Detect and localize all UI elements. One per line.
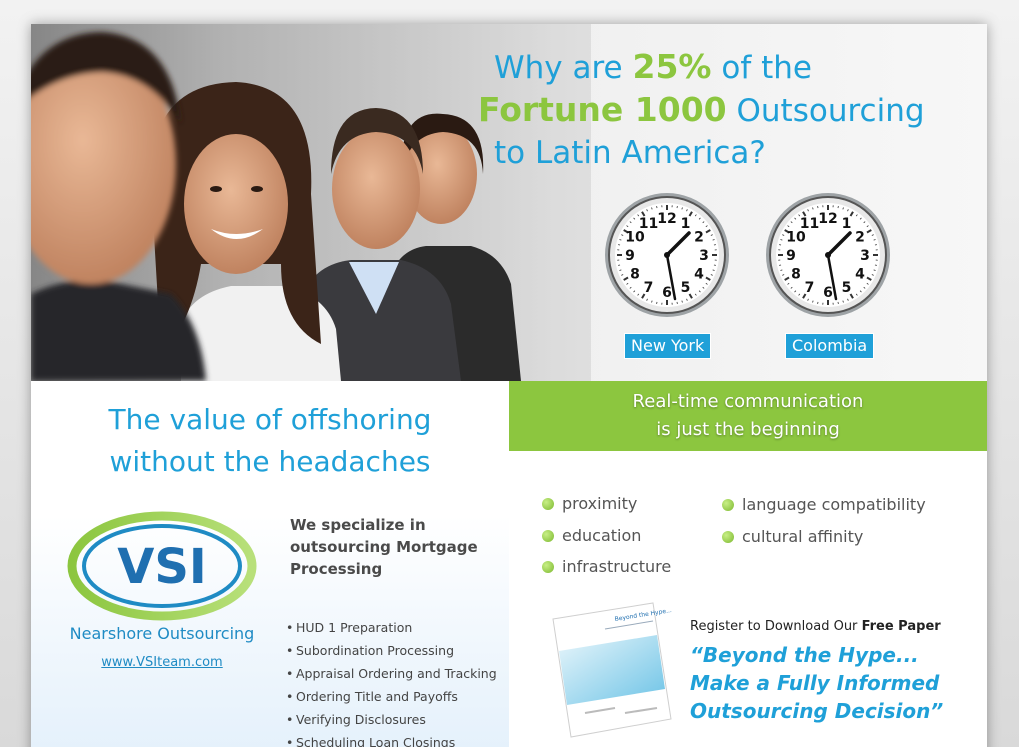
feature-culture: cultural affinity [722,527,863,547]
clock-new-york-icon: 12 1234567891011 [605,193,729,317]
clock-number: 11 [639,216,658,232]
clock-number: 6 [823,285,833,301]
feature-education: education [542,526,641,546]
clock-number: 2 [694,230,704,246]
list-item: Subordination Processing [286,642,501,659]
headline-line-3: to Latin America? [494,135,766,171]
logo-tagline: Nearshore Outsourcing [69,624,255,643]
specialty-heading: We specialize in outsourcing Mortgage Pr… [290,516,478,578]
list-item: Verifying Disclosures [286,711,501,728]
feature-infrastructure: infrastructure [542,557,671,577]
list-item: Appraisal Ordering and Tracking [286,665,501,682]
clock-number: 9 [625,248,635,264]
hero-banner: Why are 25% of the Fortune 1000 Outsourc… [31,24,987,381]
clock-number: 1 [681,216,691,232]
communication-banner: Real-time communication is just the begi… [509,381,987,451]
email-card: Why are 25% of the Fortune 1000 Outsourc… [31,24,987,747]
clock-number: 2 [855,230,865,246]
clock-colombia-icon: 12 1234567891011 [766,193,890,317]
clock-number: 9 [786,248,796,264]
clock-number: 3 [699,248,709,264]
vsi-website-link[interactable]: www.VSIteam.com [31,655,293,670]
svg-text:VSI: VSI [117,539,207,595]
clock-number: 1 [842,216,852,232]
services-list: HUD 1 Preparation Subordination Processi… [286,619,501,747]
clock-number: 8 [630,267,640,283]
white-paper-cover[interactable]: Beyond the Hype... [545,601,675,741]
paper-title-quote: “Beyond the Hype... Make a Fully Informe… [690,643,944,723]
clock-number: 12 [818,211,837,227]
green-bullet-icon [722,499,734,511]
feature-proximity: proximity [542,494,637,514]
headline-line-1: Why are 25% of the [494,47,812,86]
headline: Why are 25% of the Fortune 1000 Outsourc… [478,46,974,174]
list-item: HUD 1 Preparation [286,619,501,636]
clock-number: 4 [855,267,865,283]
green-bullet-icon [722,531,734,543]
clock-number: 12 [657,211,676,227]
benefits-section: proximity education infrastructure langu… [509,451,987,747]
green-bullet-icon [542,561,554,573]
clock-number: 11 [800,216,819,232]
list-item: Scheduling Loan Closings [286,734,501,747]
clock-number: 7 [805,280,815,296]
feature-language: language compatibility [722,495,926,515]
value-section: The value of offshoring without the head… [31,381,509,747]
clock-number: 7 [644,280,654,296]
clock-number: 5 [842,280,852,296]
green-bullet-icon [542,530,554,542]
tagline: The value of offshoring without the head… [108,403,432,478]
register-text: Register to Download Our Free Paper [690,619,941,634]
clock-number: 3 [860,248,870,264]
clock-number: 4 [694,267,704,283]
clock-number: 8 [791,267,801,283]
clock-label-new-york: New York [624,333,712,359]
green-bullet-icon [542,498,554,510]
vsi-logo-icon: VSI [67,511,257,621]
clock-number: 6 [662,285,672,301]
headline-line-2: Fortune 1000 Outsourcing [478,90,925,129]
clock-label-colombia: Colombia [785,333,875,359]
list-item: Ordering Title and Payoffs [286,688,501,705]
clock-number: 5 [681,280,691,296]
